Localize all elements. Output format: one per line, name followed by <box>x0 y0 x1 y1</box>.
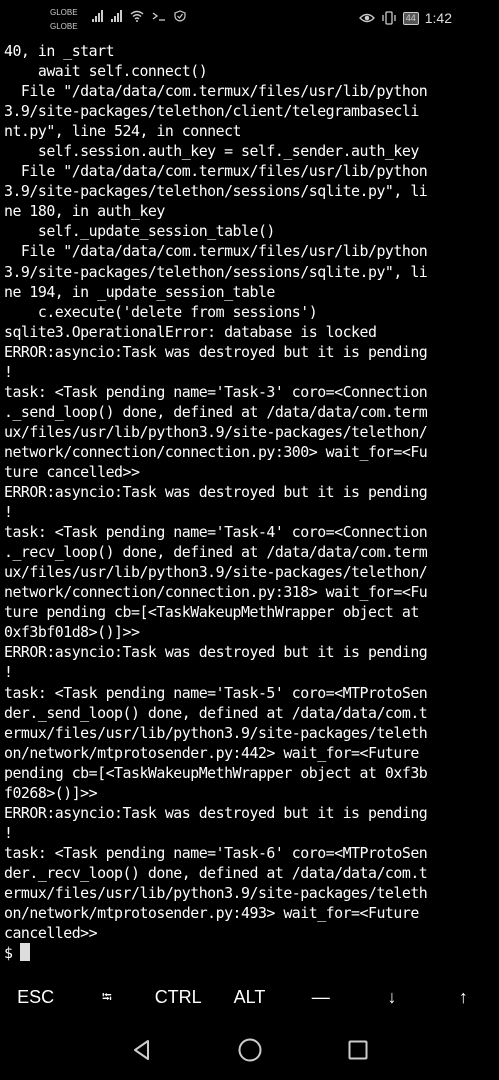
terminal-line: on/network/mtprotosender.py:442> wait_fo… <box>4 743 419 762</box>
terminal-line: 3.9/site-packages/telethon/sessions/sqli… <box>4 182 428 201</box>
status-right-icons: 44 1:42 <box>358 10 452 26</box>
terminal-line: ! <box>4 362 13 381</box>
down-arrow-key[interactable]: ↓ <box>356 978 427 1018</box>
text-cursor <box>20 943 31 962</box>
tab-key[interactable]: ⭾ <box>71 978 142 1018</box>
signal-icon <box>92 10 103 22</box>
home-icon <box>238 1038 261 1062</box>
terminal-line: ture pending cb=[<TaskWakeupMethWrapper … <box>4 603 419 622</box>
recents-icon <box>348 1040 367 1060</box>
signal-icon <box>111 10 122 22</box>
terminal-line: 40, in _start <box>4 42 115 60</box>
terminal-line: task: <Task pending name='Task-4' coro=<… <box>4 523 428 542</box>
terminal-line: ux/files/usr/lib/python3.9/site-packages… <box>4 563 428 582</box>
terminal-line: der._send_loop() done, defined at /data/… <box>4 703 428 722</box>
terminal-line: ne 180, in auth_key <box>4 202 165 221</box>
terminal-line: task: <Task pending name='Task-6' coro=<… <box>4 843 428 862</box>
back-button[interactable] <box>128 1036 156 1064</box>
terminal-line: self._update_session_table() <box>4 222 276 241</box>
carrier-1: GLOBE <box>50 8 78 17</box>
terminal-line: pending cb=[<TaskWakeupMethWrapper objec… <box>4 763 428 782</box>
terminal-line: network/connection/connection.py:300> wa… <box>4 442 428 461</box>
terminal-line: ERROR:asyncio:Task was destroyed but it … <box>4 483 428 502</box>
terminal-line: File "/data/data/com.termux/files/usr/li… <box>4 242 428 261</box>
terminal-line: self.session.auth_key = self._sender.aut… <box>4 142 419 161</box>
back-icon <box>133 1040 149 1060</box>
terminal-line: der._recv_loop() done, defined at /data/… <box>4 863 428 882</box>
ctrl-key[interactable]: CTRL <box>143 978 214 1018</box>
eye-icon <box>358 13 375 23</box>
terminal-line: File "/data/data/com.termux/files/usr/li… <box>4 162 428 181</box>
terminal-line: 3.9/site-packages/telethon/client/telegr… <box>4 102 419 121</box>
alt-key[interactable]: ALT <box>214 978 285 1018</box>
recents-button[interactable] <box>344 1036 372 1064</box>
terminal-output[interactable]: 40, in _start await self.connect() File … <box>4 41 499 963</box>
terminal-line: ._recv_loop() done, defined at /data/dat… <box>4 543 428 562</box>
navigation-bar <box>0 1030 499 1070</box>
shield-icon <box>174 10 186 22</box>
terminal-line: task: <Task pending name='Task-5' coro=<… <box>4 683 428 702</box>
up-arrow-key[interactable]: ↑ <box>428 978 499 1018</box>
terminal-line: ture cancelled>> <box>4 462 140 481</box>
prompt-line[interactable]: $ <box>4 943 499 963</box>
terminal-line: nt.py", line 524, in connect <box>4 122 242 141</box>
terminal-line: network/connection/connection.py:318> wa… <box>4 583 428 602</box>
shell-prompt: $ <box>4 944 13 963</box>
terminal-line: cancelled>> <box>4 924 98 943</box>
esc-key[interactable]: ESC <box>0 978 71 1018</box>
terminal-line: ._send_loop() done, defined at /data/dat… <box>4 402 428 421</box>
extra-keys-row: ESC ⭾ CTRL ALT — ↓ ↑ <box>0 978 499 1018</box>
terminal-line: 0xf3bf01d8>()]>> <box>4 623 140 642</box>
terminal-line: ERROR:asyncio:Task was destroyed but it … <box>4 342 428 361</box>
terminal-line: task: <Task pending name='Task-3' coro=<… <box>4 382 428 401</box>
terminal-line: await self.connect() <box>4 62 208 81</box>
terminal-line: ne 194, in _update_session_table <box>4 282 275 301</box>
terminal-line: ! <box>4 823 13 842</box>
terminal-line: ! <box>4 663 13 682</box>
clock: 1:42 <box>424 10 452 26</box>
home-button[interactable] <box>236 1036 264 1064</box>
terminal-line: sqlite3.OperationalError: database is lo… <box>4 322 377 341</box>
status-bar: GLOBE GLOBE 44 1:42 <box>0 0 499 40</box>
terminal-line: ! <box>4 503 13 522</box>
dash-key[interactable]: — <box>285 978 356 1018</box>
wifi-icon <box>130 10 144 22</box>
carrier-2: GLOBE <box>50 22 78 31</box>
terminal-line: f0268>()]>> <box>4 783 98 802</box>
terminal-line: ermux/files/usr/lib/python3.9/site-packa… <box>4 723 428 742</box>
battery-icon: 44 <box>402 11 419 25</box>
terminal-line: on/network/mtprotosender.py:493> wait_fo… <box>4 904 419 923</box>
carrier-label: GLOBE GLOBE <box>50 6 78 34</box>
status-left-icons <box>92 10 186 22</box>
terminal-line: ermux/files/usr/lib/python3.9/site-packa… <box>4 883 428 902</box>
terminal-prompt-icon <box>152 12 165 21</box>
terminal-line: 3.9/site-packages/telethon/sessions/sqli… <box>4 262 428 281</box>
terminal-line: File "/data/data/com.termux/files/usr/li… <box>4 82 428 101</box>
terminal-line: c.execute('delete from sessions') <box>4 302 318 321</box>
terminal-line: ux/files/usr/lib/python3.9/site-packages… <box>4 422 428 441</box>
terminal-line: ERROR:asyncio:Task was destroyed but it … <box>4 643 428 662</box>
vibrate-icon <box>382 11 396 25</box>
terminal-line: ERROR:asyncio:Task was destroyed but it … <box>4 803 428 822</box>
